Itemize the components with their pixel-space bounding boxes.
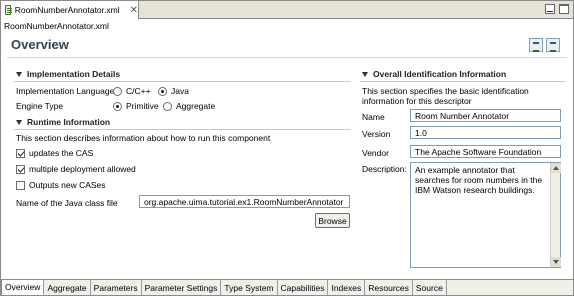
list-view-icon[interactable] — [546, 38, 560, 52]
scroll-up-icon[interactable] — [551, 163, 561, 173]
tab-parameter-settings[interactable]: Parameter Settings — [142, 280, 222, 295]
updates-cas-checkbox[interactable]: updates the CAS — [16, 148, 93, 158]
radio-aggregate[interactable]: Aggregate — [163, 101, 215, 111]
identification-section-header[interactable]: Overall Identification Information — [362, 69, 506, 79]
runtime-heading: Runtime Information — [27, 117, 111, 127]
page-title: Overview — [11, 37, 69, 52]
identification-heading: Overall Identification Information — [373, 69, 507, 79]
editor-subtitle: RoomNumberAnnotator.xml — [4, 21, 109, 31]
tab-aggregate[interactable]: Aggregate — [44, 280, 91, 295]
xml-file-icon — [5, 5, 12, 15]
collapse-triangle-icon[interactable] — [16, 119, 22, 125]
radio-primitive-label: Primitive — [126, 101, 159, 111]
editor-tab-title: RoomNumberAnnotator.xml — [14, 5, 120, 15]
tab-resources[interactable]: Resources — [365, 280, 413, 295]
section-divider — [14, 129, 351, 130]
section-divider — [360, 81, 565, 82]
radio-c-cpp-label: C/C++ — [126, 86, 151, 96]
radio-aggregate-button[interactable] — [163, 101, 172, 111]
scroll-down-icon[interactable] — [551, 257, 561, 267]
runtime-section-header[interactable]: Runtime Information — [16, 117, 110, 127]
identification-description: This section specifies the basic identif… — [362, 86, 529, 106]
implementation-language-label: Implementation Language — [16, 86, 115, 96]
form-view-icon[interactable] — [529, 38, 543, 52]
java-class-label: Name of the Java class file — [16, 198, 118, 208]
description-label: Description: — [362, 164, 407, 174]
description-field[interactable]: An example annotator that searches for r… — [410, 162, 561, 268]
vendor-field[interactable]: The Apache Software Foundation — [410, 145, 561, 158]
multiple-deployment-label: multiple deployment allowed — [29, 164, 136, 174]
radio-c-cpp-button[interactable] — [113, 86, 122, 96]
tab-capabilities[interactable]: Capabilities — [278, 280, 329, 295]
runtime-description: This section describes information about… — [16, 133, 271, 143]
multiple-deployment-check[interactable] — [16, 164, 25, 174]
tab-parameters[interactable]: Parameters — [91, 280, 142, 295]
implementation-heading: Implementation Details — [27, 69, 121, 79]
tab-source[interactable]: Source — [413, 280, 447, 295]
radio-aggregate-label: Aggregate — [176, 101, 216, 111]
radio-java-label: Java — [171, 86, 189, 96]
tab-type-system[interactable]: Type System — [221, 280, 278, 295]
view-switcher — [529, 38, 560, 52]
radio-c-cpp[interactable]: C/C++ — [113, 86, 151, 96]
engine-type-label: Engine Type — [16, 101, 64, 111]
maximize-icon[interactable] — [559, 4, 569, 14]
browse-button[interactable]: Browse — [315, 213, 350, 228]
collapse-triangle-icon[interactable] — [362, 71, 368, 77]
outputs-new-cases-label: Outputs new CASes — [29, 180, 106, 190]
description-scrollbar[interactable] — [550, 163, 561, 267]
updates-cas-label: updates the CAS — [29, 148, 94, 158]
outputs-new-cases-check[interactable] — [16, 180, 25, 190]
version-field[interactable]: 1.0 — [410, 126, 561, 139]
close-icon[interactable]: ✕ — [130, 5, 138, 16]
page-tabs: Overview Aggregate Parameters Parameter … — [1, 279, 573, 295]
version-label: Version — [362, 129, 391, 139]
multiple-deployment-checkbox[interactable]: multiple deployment allowed — [16, 164, 136, 174]
collapse-triangle-icon[interactable] — [16, 71, 22, 77]
implementation-section-header[interactable]: Implementation Details — [16, 69, 120, 79]
radio-primitive-button[interactable] — [113, 101, 122, 111]
window-controls — [545, 4, 569, 14]
tab-overview[interactable]: Overview — [1, 280, 45, 295]
section-divider — [14, 81, 351, 82]
vendor-label: Vendor — [362, 148, 389, 158]
updates-cas-check[interactable] — [16, 148, 25, 158]
radio-java[interactable]: Java — [158, 86, 189, 96]
radio-java-button[interactable] — [158, 86, 167, 96]
minimize-icon[interactable] — [545, 4, 555, 14]
radio-primitive[interactable]: Primitive — [113, 101, 159, 111]
outputs-new-cases-checkbox[interactable]: Outputs new CASes — [16, 180, 106, 190]
editor-tab-strip: RoomNumberAnnotator.xml ✕ — [1, 1, 573, 19]
tab-indexes[interactable]: Indexes — [328, 280, 366, 295]
name-label: Name — [362, 112, 385, 122]
editor-tab[interactable]: RoomNumberAnnotator.xml ✕ — [1, 1, 139, 19]
name-field[interactable]: Room Number Annotator — [410, 109, 561, 122]
title-divider — [7, 57, 567, 58]
description-text: An example annotator that searches for r… — [415, 165, 543, 195]
java-class-field[interactable]: org.apache.uima.tutorial.ex1.RoomNumberA… — [139, 195, 350, 208]
